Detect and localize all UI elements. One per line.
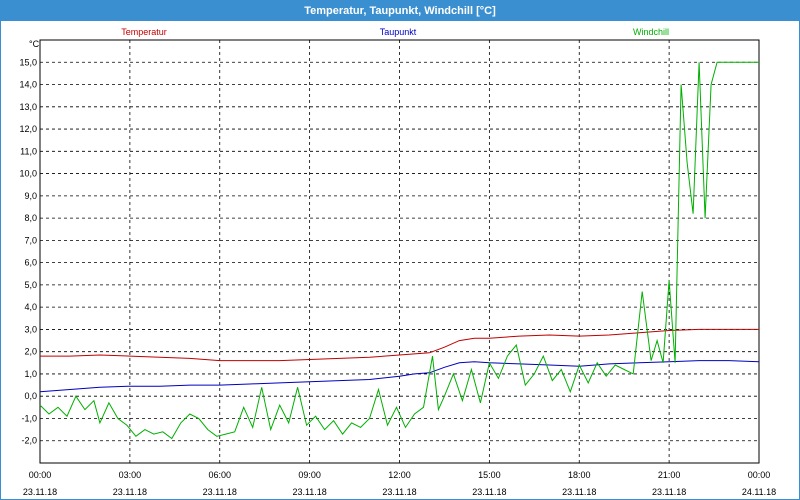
- x-tick-time: 00:00: [748, 470, 771, 480]
- x-tick-date: 23.11.18: [562, 487, 596, 497]
- x-tick-date: 23.11.18: [23, 487, 57, 497]
- y-tick-label: -2,0: [21, 436, 37, 446]
- x-tick-time: 21:00: [658, 470, 681, 480]
- x-tick-date: 23.11.18: [113, 487, 147, 497]
- chart-window: Temperatur, Taupunkt, Windchill [°C] -2,…: [0, 0, 800, 500]
- y-tick-label: 7,0: [24, 235, 37, 245]
- y-tick-label: 14,0: [19, 80, 37, 90]
- legend-taupunkt: Taupunkt: [380, 27, 417, 37]
- x-tick-date: 23.11.18: [203, 487, 237, 497]
- window-title: Temperatur, Taupunkt, Windchill [°C]: [1, 1, 799, 21]
- x-tick-time: 18:00: [568, 470, 591, 480]
- y-tick-label: 9,0: [24, 191, 37, 201]
- y-tick-label: 1,0: [24, 369, 37, 379]
- x-tick-labels: 00:00 23.11.18 03:00 23.11.18 06:00 23.11.18 0…: [23, 470, 776, 497]
- x-tick-date: 23.11.18: [292, 487, 326, 497]
- legend: Temperatur Taupunkt Windchill: [121, 27, 669, 37]
- x-tick-date: 23.11.18: [472, 487, 506, 497]
- y-tick-label: 5,0: [24, 280, 37, 290]
- grid: [40, 40, 759, 463]
- x-tick-date: 23.11.18: [652, 487, 686, 497]
- legend-windchill: Windchill: [633, 27, 669, 37]
- y-tick-label: 0,0: [24, 391, 37, 401]
- x-tick-date: 23.11.18: [382, 487, 416, 497]
- y-axis-label: °C: [29, 39, 40, 49]
- y-tick-label: 2,0: [24, 347, 37, 357]
- x-tick-time: 09:00: [298, 470, 321, 480]
- line-chart: -2,0 -1,0 0,0 1,0 2,0 3,0 4,0 5,0 6,0 7,0 8,0 9,0 10…: [19, 27, 776, 497]
- y-tick-label: 8,0: [24, 213, 37, 223]
- y-tick-labels: -2,0 -1,0 0,0 1,0 2,0 3,0 4,0 5,0 6,0 7,0 8,0 9,0 10…: [19, 57, 37, 445]
- x-tick-time: 00:00: [29, 470, 52, 480]
- x-tick-time: 12:00: [388, 470, 411, 480]
- y-tick-label: 13,0: [19, 102, 37, 112]
- y-tick-label: 11,0: [20, 146, 37, 156]
- y-tick-label: 4,0: [24, 302, 37, 312]
- x-tick-date: 24.11.18: [742, 487, 776, 497]
- x-tick-time: 15:00: [478, 470, 501, 480]
- y-tick-label: 10,0: [19, 169, 37, 179]
- y-tick-label: 6,0: [24, 258, 37, 268]
- y-tick-label: 3,0: [24, 324, 37, 334]
- legend-temperatur: Temperatur: [121, 27, 167, 37]
- y-tick-label: -1,0: [21, 413, 37, 423]
- x-tick-time: 06:00: [208, 470, 231, 480]
- y-tick-label: 15,0: [19, 57, 37, 67]
- y-tick-label: 12,0: [19, 124, 37, 134]
- x-tick-time: 03:00: [119, 470, 142, 480]
